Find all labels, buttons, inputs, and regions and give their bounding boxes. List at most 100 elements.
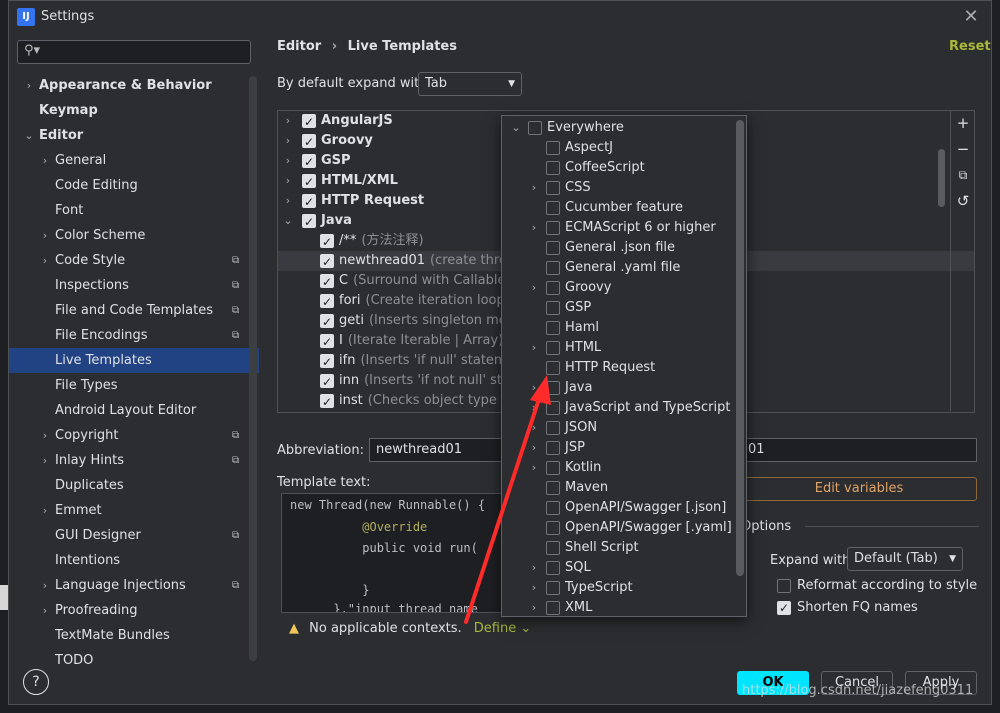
context-checkbox[interactable] — [546, 441, 560, 455]
help-button[interactable]: ? — [23, 669, 49, 695]
template-checkbox[interactable] — [320, 232, 334, 252]
chevron-right-icon[interactable]: › — [39, 148, 51, 173]
chevron-right-icon[interactable]: › — [528, 558, 540, 578]
chevron-down-icon[interactable]: ⌄ — [23, 123, 35, 148]
template-checkbox[interactable] — [302, 152, 316, 172]
context-row-general-yaml-file[interactable]: General .yaml file — [502, 258, 746, 278]
sidebar-item-code-editing[interactable]: Code Editing — [9, 173, 259, 198]
context-checkbox[interactable] — [546, 601, 560, 615]
chevron-right-icon[interactable]: › — [39, 248, 51, 273]
shorten-fq-checkbox[interactable] — [777, 599, 791, 617]
context-checkbox[interactable] — [546, 561, 560, 575]
context-checkbox[interactable] — [528, 121, 542, 135]
template-checkbox[interactable] — [320, 372, 334, 392]
context-row-http-request[interactable]: HTTP Request — [502, 358, 746, 378]
chevron-right-icon[interactable]: › — [282, 171, 294, 191]
sidebar-item-textmate-bundles[interactable]: TextMate Bundles — [9, 623, 259, 648]
template-checkbox[interactable] — [320, 312, 334, 332]
sidebar-item-language-injections[interactable]: › Language Injections ⧉ — [9, 573, 259, 598]
context-checkbox[interactable] — [546, 161, 560, 175]
chevron-right-icon[interactable]: › — [528, 278, 540, 298]
context-row-typescript[interactable]: › TypeScript — [502, 578, 746, 598]
context-checkbox[interactable] — [546, 301, 560, 315]
contexts-scrollbar[interactable] — [736, 120, 744, 576]
chevron-right-icon[interactable]: › — [39, 573, 51, 598]
context-row-cucumber-feature[interactable]: Cucumber feature — [502, 198, 746, 218]
sidebar-item-emmet[interactable]: › Emmet — [9, 498, 259, 523]
templates-scrollbar[interactable] — [938, 149, 945, 207]
reset-link[interactable]: Reset — [949, 39, 991, 54]
sidebar-item-file-encodings[interactable]: File Encodings ⧉ — [9, 323, 259, 348]
context-row-coffeescript[interactable]: CoffeeScript — [502, 158, 746, 178]
context-checkbox[interactable] — [546, 581, 560, 595]
chevron-right-icon[interactable]: › — [528, 438, 540, 458]
chevron-right-icon[interactable]: › — [528, 338, 540, 358]
sidebar-item-todo[interactable]: TODO — [9, 648, 259, 673]
chevron-right-icon[interactable]: › — [528, 218, 540, 238]
context-checkbox[interactable] — [546, 341, 560, 355]
context-checkbox[interactable] — [546, 321, 560, 335]
chevron-right-icon[interactable]: › — [282, 111, 294, 131]
restore-icon[interactable]: ↺ — [953, 191, 973, 211]
chevron-right-icon[interactable]: › — [528, 178, 540, 198]
chevron-right-icon[interactable]: › — [282, 131, 294, 151]
edit-variables-button[interactable]: Edit variables — [741, 477, 977, 501]
context-row-javascript-and-typescript[interactable]: › JavaScript and TypeScript — [502, 398, 746, 418]
define-contexts-link[interactable]: Define ⌄ — [474, 621, 531, 636]
sidebar-item-code-style[interactable]: › Code Style ⧉ — [9, 248, 259, 273]
context-checkbox[interactable] — [546, 521, 560, 535]
sidebar-item-live-templates[interactable]: Live Templates — [9, 348, 259, 373]
context-checkbox[interactable] — [546, 421, 560, 435]
context-row-xml[interactable]: › XML — [502, 598, 746, 616]
sidebar-item-font[interactable]: Font — [9, 198, 259, 223]
context-checkbox[interactable] — [546, 201, 560, 215]
context-checkbox[interactable] — [546, 401, 560, 415]
context-row-aspectj[interactable]: AspectJ — [502, 138, 746, 158]
context-row-openapi-swagger-json[interactable]: OpenAPI/Swagger [.json] — [502, 498, 746, 518]
sidebar-item-copyright[interactable]: › Copyright ⧉ — [9, 423, 259, 448]
context-row-html[interactable]: › HTML — [502, 338, 746, 358]
context-row-sql[interactable]: › SQL — [502, 558, 746, 578]
template-checkbox[interactable] — [320, 352, 334, 372]
context-checkbox[interactable] — [546, 481, 560, 495]
context-row-gsp[interactable]: GSP — [502, 298, 746, 318]
chevron-right-icon[interactable]: › — [39, 448, 51, 473]
sidebar-item-file-and-code-templates[interactable]: File and Code Templates ⧉ — [9, 298, 259, 323]
template-checkbox[interactable] — [302, 212, 316, 232]
context-row-kotlin[interactable]: › Kotlin — [502, 458, 746, 478]
template-text-editor[interactable]: new Thread(new Runnable() { @Override pu… — [281, 493, 507, 613]
remove-icon[interactable]: − — [953, 139, 973, 159]
breadcrumb-parent[interactable]: Editor — [277, 39, 321, 54]
settings-search-input[interactable]: ⚲▾ — [17, 40, 251, 64]
description-input[interactable]: 01 — [741, 438, 977, 462]
chevron-right-icon[interactable]: › — [528, 418, 540, 438]
chevron-right-icon[interactable]: › — [528, 598, 540, 616]
sidebar-item-gui-designer[interactable]: GUI Designer ⧉ — [9, 523, 259, 548]
context-checkbox[interactable] — [546, 181, 560, 195]
sidebar-item-editor[interactable]: ⌄ Editor — [9, 123, 259, 148]
context-row-shell-script[interactable]: Shell Script — [502, 538, 746, 558]
sidebar-item-general[interactable]: › General — [9, 148, 259, 173]
add-icon[interactable]: + — [953, 113, 973, 133]
abbreviation-input[interactable]: newthread01 — [369, 438, 505, 462]
sidebar-item-duplicates[interactable]: Duplicates — [9, 473, 259, 498]
expand-with-select[interactable]: Default (Tab) ▼ — [847, 547, 963, 571]
chevron-right-icon[interactable]: › — [282, 151, 294, 171]
chevron-right-icon[interactable]: › — [282, 191, 294, 211]
chevron-down-icon[interactable]: ⌄ — [510, 118, 522, 138]
context-checkbox[interactable] — [546, 241, 560, 255]
sidebar-item-inspections[interactable]: Inspections ⧉ — [9, 273, 259, 298]
context-row-haml[interactable]: Haml — [502, 318, 746, 338]
context-checkbox[interactable] — [546, 541, 560, 555]
sidebar-item-proofreading[interactable]: › Proofreading — [9, 598, 259, 623]
template-checkbox[interactable] — [302, 132, 316, 152]
template-checkbox[interactable] — [320, 292, 334, 312]
context-row-java[interactable]: › Java — [502, 378, 746, 398]
copy-icon[interactable]: ⧉ — [953, 165, 973, 185]
context-checkbox[interactable] — [546, 261, 560, 275]
context-row-json[interactable]: › JSON — [502, 418, 746, 438]
context-checkbox[interactable] — [546, 221, 560, 235]
sidebar-item-keymap[interactable]: Keymap — [9, 98, 259, 123]
context-checkbox[interactable] — [546, 501, 560, 515]
sidebar-item-intentions[interactable]: Intentions — [9, 548, 259, 573]
